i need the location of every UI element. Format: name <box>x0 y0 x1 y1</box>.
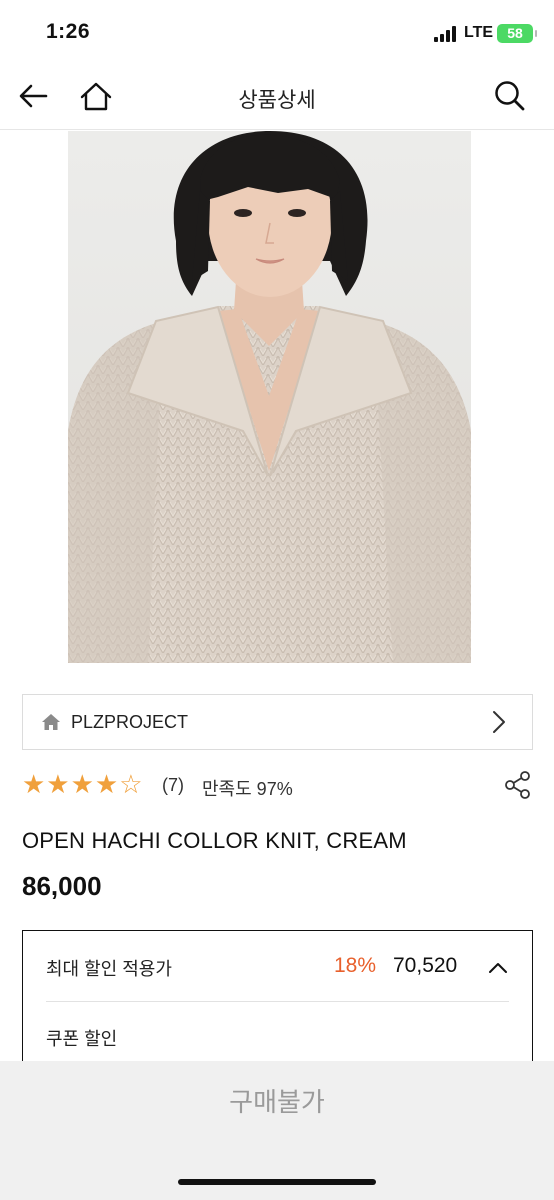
brand-link[interactable]: PLZPROJECT <box>22 694 533 750</box>
battery-icon: 58 <box>497 24 537 43</box>
rating-stars: ★★★★☆ <box>22 770 144 800</box>
brand-name: PLZPROJECT <box>71 712 189 732</box>
signal-icon <box>434 26 458 42</box>
home-icon <box>41 713 61 731</box>
satisfaction-score: 만족도 97% <box>202 779 293 799</box>
max-discount-label: 최대 할인 적용가 <box>46 959 172 979</box>
discount-rate: 18% <box>334 954 377 977</box>
review-count[interactable]: (7) <box>162 775 184 796</box>
product-image[interactable] <box>68 131 471 663</box>
search-icon[interactable] <box>492 78 528 114</box>
buy-button[interactable]: 구매불가 <box>0 1061 554 1143</box>
top-nav: 상품상세 <box>0 62 554 130</box>
chevron-up-icon[interactable] <box>488 961 508 973</box>
home-indicator <box>178 1179 376 1185</box>
discounted-price: 70,520 <box>393 954 458 977</box>
product-price: 86,000 <box>22 871 102 901</box>
share-icon[interactable] <box>503 770 533 800</box>
product-name: OPEN HACHI COLLOR KNIT, CREAM <box>22 828 407 853</box>
page-title: 상품상세 <box>238 89 316 112</box>
divider <box>46 1001 509 1002</box>
rating-row: ★★★★☆ (7) 만족도 97% <box>22 770 533 800</box>
status-bar: 1:26 LTE 58 <box>0 0 554 62</box>
chevron-right-icon <box>492 710 506 734</box>
coupon-discount-label: 쿠폰 할인 <box>46 1029 118 1049</box>
network-label: LTE <box>464 24 494 41</box>
status-time: 1:26 <box>46 20 91 43</box>
